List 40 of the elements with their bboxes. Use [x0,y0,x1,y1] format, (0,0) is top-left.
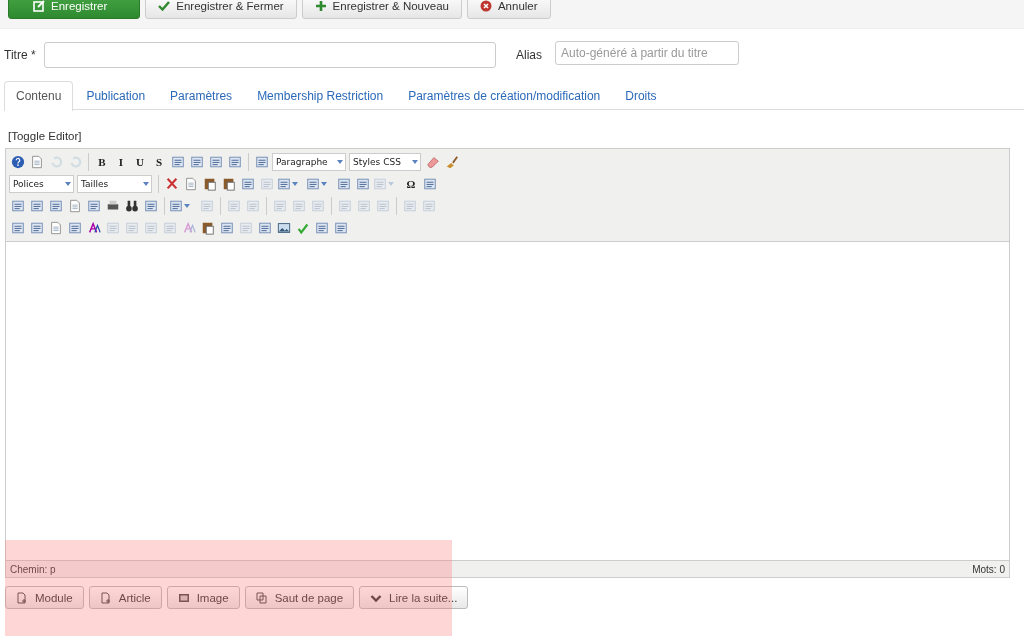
tab[interactable]: Paramètres de création/modification [396,81,613,109]
format-button[interactable]: S [150,153,168,171]
word-count: Mots: 0 [972,563,1005,575]
insert-button[interactable]: Module [5,586,84,609]
format-dropdown[interactable]: Tailles [77,175,152,193]
format-button[interactable]: I [112,153,130,171]
format-dropdown[interactable]: Styles CSS [349,153,421,171]
insert-button[interactable]: Image [166,586,240,609]
format-button[interactable]: U [131,153,149,171]
format-button[interactable]: B [93,153,111,171]
element-path: Chemin: p [10,563,56,575]
check-icon [158,0,171,12]
tab[interactable]: Droits [613,81,669,109]
edit-icon [33,0,45,12]
help-button[interactable] [9,153,27,171]
insert-button[interactable]: Article [88,586,162,609]
tab[interactable]: Paramètres [158,81,245,109]
toolbar-button[interactable]: Enregistrer [8,0,141,19]
format-dropdown[interactable]: Polices [9,175,74,193]
toggle-editor-link[interactable]: [Toggle Editor] [8,130,82,142]
tab[interactable]: Membership Restriction [245,81,396,109]
document-plus-icon [16,591,28,604]
toolbar-button[interactable]: Enregistrer & Fermer [145,0,297,19]
format-button[interactable]: Ω [402,175,420,193]
insert-button[interactable]: Lire la suite... [359,586,469,609]
plus-icon [314,0,327,12]
cancel-icon [479,0,492,12]
format-dropdown[interactable]: Paragraphe [272,153,346,171]
insert-button[interactable]: Saut de page [244,586,355,609]
toolbar-button[interactable]: Enregistrer & Nouveau [301,0,462,19]
field-label: Alias [516,48,542,62]
toolbar-button[interactable]: Annuler [466,0,551,19]
document-plus-icon [99,591,112,604]
tab[interactable]: Publication [74,81,158,109]
alias-field[interactable]: Auto-généré à partir du titre [555,41,739,65]
picture-icon [177,591,190,604]
field-label: Titre * [4,48,37,62]
copy-icon [255,591,268,604]
tab[interactable]: Contenu [4,81,74,111]
title-field[interactable] [44,42,496,68]
